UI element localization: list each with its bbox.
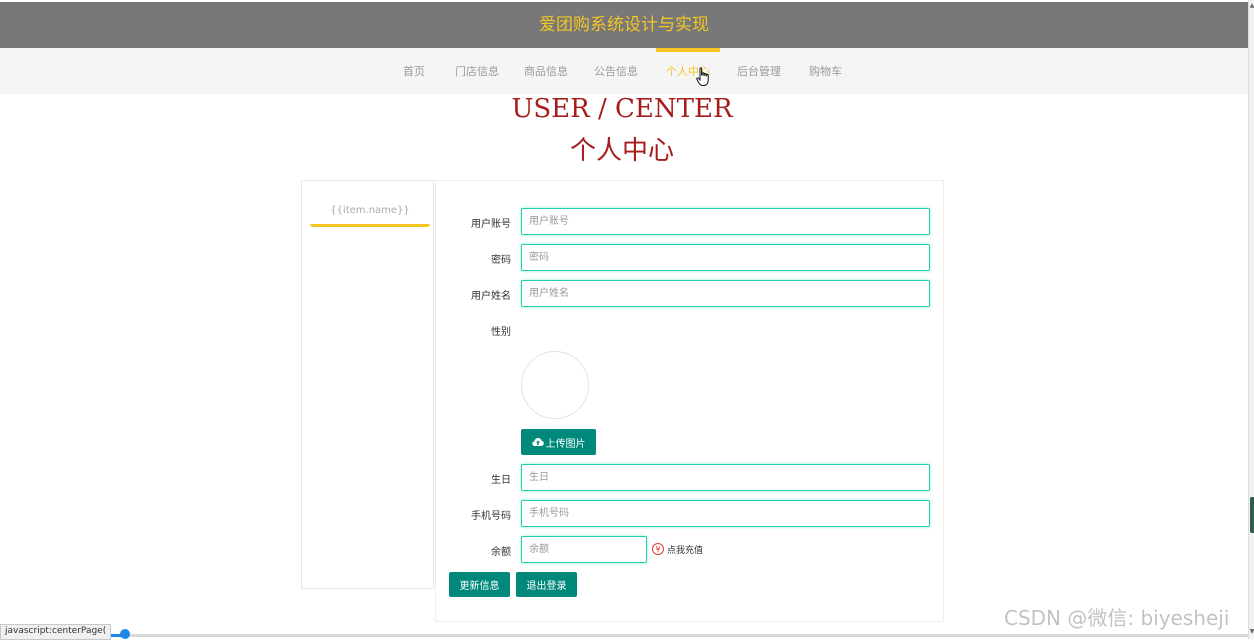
- yen-circle-icon: ¥: [652, 543, 664, 555]
- sidebar-item[interactable]: {{item.name}}: [310, 197, 430, 227]
- password-label: 密码: [491, 255, 511, 266]
- username-field[interactable]: [521, 208, 930, 235]
- birthday-field[interactable]: [521, 464, 930, 491]
- gender-label: 性别: [491, 327, 511, 338]
- birthday-label: 生日: [491, 475, 511, 486]
- scroll-up-icon[interactable]: ▲: [1249, 2, 1254, 9]
- page-progress-track: [0, 634, 1248, 637]
- side-widget-tab[interactable]: [1250, 497, 1254, 533]
- page-title-en: USER / CENTER: [511, 94, 733, 124]
- sidebar-item-label: {{item.name}}: [330, 205, 410, 216]
- cloud-upload-icon: [531, 438, 544, 446]
- username-label: 用户账号: [471, 219, 511, 230]
- realname-label: 用户姓名: [471, 291, 511, 302]
- phone-field[interactable]: [521, 500, 930, 527]
- logout-label: 退出登录: [526, 581, 567, 592]
- recharge-label: 点我充值: [667, 545, 704, 556]
- nav-item-cart[interactable]: 购物车: [809, 48, 842, 94]
- scroll-down-icon[interactable]: ▼: [1249, 628, 1254, 635]
- page-progress-handle[interactable]: [120, 629, 130, 639]
- upload-image-button[interactable]: 上传图片: [521, 429, 596, 455]
- nav-item-admin[interactable]: 后台管理: [737, 48, 781, 94]
- nav-item-home[interactable]: 首页: [403, 48, 425, 94]
- balance-label: 余额: [491, 547, 511, 558]
- main-nav: 首页 门店信息 商品信息 公告信息 个人中心 后台管理 购物车: [0, 48, 1248, 94]
- page-scrollbar[interactable]: ▲ ▼: [1248, 0, 1254, 639]
- hand-pointer-icon: [696, 67, 709, 86]
- watermark: CSDN @微信: biyesheji: [1004, 606, 1230, 630]
- upload-image-label: 上传图片: [545, 438, 586, 450]
- page-title-cn: 个人中心: [569, 136, 674, 166]
- site-title: 爱团购系统设计与实现: [539, 15, 709, 35]
- sidebar: {{item.name}}: [301, 180, 434, 589]
- top-header: 爱团购系统设计与实现: [0, 2, 1248, 48]
- password-field[interactable]: [521, 244, 930, 271]
- realname-field[interactable]: [521, 280, 930, 307]
- update-info-label: 更新信息: [459, 581, 500, 592]
- recharge-link[interactable]: ¥ 点我充值: [652, 541, 703, 557]
- logout-button[interactable]: 退出登录: [516, 572, 577, 597]
- nav-item-products[interactable]: 商品信息: [524, 48, 568, 94]
- phone-label: 手机号码: [471, 511, 511, 522]
- status-bar-url: javascript:centerPage(: [0, 624, 112, 640]
- balance-field[interactable]: [521, 536, 647, 563]
- update-info-button[interactable]: 更新信息: [449, 572, 510, 597]
- nav-item-announcements[interactable]: 公告信息: [594, 48, 638, 94]
- nav-item-stores[interactable]: 门店信息: [455, 48, 499, 94]
- avatar-preview: [521, 351, 589, 419]
